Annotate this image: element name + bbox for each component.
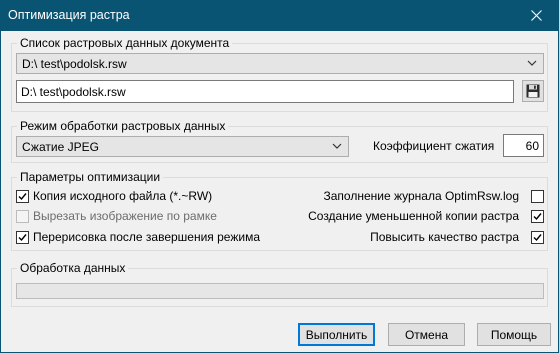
dialog-body: Список растровых данных документа D:\ te… — [0, 31, 559, 353]
check-icon — [533, 212, 542, 220]
check-icon — [18, 233, 27, 241]
raster-path-value: D:\ test\podolsk.rsw — [21, 85, 126, 99]
reduced-copy-label: Создание уменьшенной копии растра — [308, 209, 519, 223]
crop-frame-checkbox[interactable]: Вырезать изображение по рамке — [16, 208, 217, 224]
cancel-button[interactable]: Отмена — [388, 323, 465, 346]
quality-box — [531, 230, 544, 244]
check-icon — [533, 233, 542, 241]
crop-frame-box — [16, 209, 29, 223]
progress-bar — [16, 283, 544, 299]
help-button[interactable]: Помощь — [477, 323, 551, 346]
save-button[interactable] — [522, 80, 544, 102]
redraw-box — [16, 230, 29, 244]
chevron-down-icon — [527, 60, 537, 66]
compression-ratio-value: 60 — [525, 139, 539, 153]
options-legend: Параметры оптимизации — [17, 170, 164, 184]
quality-label: Повысить качество растра — [370, 230, 519, 244]
redraw-label: Перерисовка после завершения режима — [33, 230, 261, 244]
quality-checkbox[interactable]: Повысить качество растра — [370, 229, 544, 245]
run-button[interactable]: Выполнить — [298, 323, 375, 346]
reduced-copy-box — [531, 209, 544, 223]
redraw-checkbox[interactable]: Перерисовка после завершения режима — [16, 229, 260, 245]
compression-ratio-input[interactable]: 60 — [503, 134, 544, 157]
check-icon — [18, 192, 27, 200]
copy-source-label: Копия исходного файла (*.~RW) — [33, 189, 213, 203]
close-icon — [531, 10, 542, 21]
title-bar: Оптимизация растра — [0, 0, 559, 31]
floppy-disk-icon — [526, 84, 540, 98]
close-button[interactable] — [514, 0, 559, 31]
crop-frame-label: Вырезать изображение по рамке — [33, 209, 217, 223]
chevron-down-icon — [332, 143, 342, 149]
raster-list-legend: Список растровых данных документа — [17, 36, 233, 50]
raster-list-selected: D:\ test\podolsk.rsw — [22, 57, 127, 71]
mode-legend: Режим обработки растровых данных — [17, 119, 229, 133]
window-title: Оптимизация растра — [8, 8, 130, 22]
log-box — [531, 189, 544, 203]
raster-list-dropdown[interactable]: D:\ test\podolsk.rsw — [16, 53, 544, 74]
mode-dropdown[interactable]: Сжатие JPEG — [16, 136, 349, 157]
compression-ratio-label: Коэффициент сжатия — [373, 139, 495, 153]
mode-selected: Сжатие JPEG — [22, 140, 99, 154]
copy-source-box — [16, 189, 29, 203]
processing-legend: Обработка данных — [17, 261, 129, 275]
raster-path-input[interactable]: D:\ test\podolsk.rsw — [16, 80, 514, 103]
copy-source-checkbox[interactable]: Копия исходного файла (*.~RW) — [16, 188, 212, 204]
log-checkbox[interactable]: Заполнение журнала OptimRsw.log — [323, 188, 544, 204]
log-label: Заполнение журнала OptimRsw.log — [323, 189, 519, 203]
reduced-copy-checkbox[interactable]: Создание уменьшенной копии растра — [308, 208, 544, 224]
